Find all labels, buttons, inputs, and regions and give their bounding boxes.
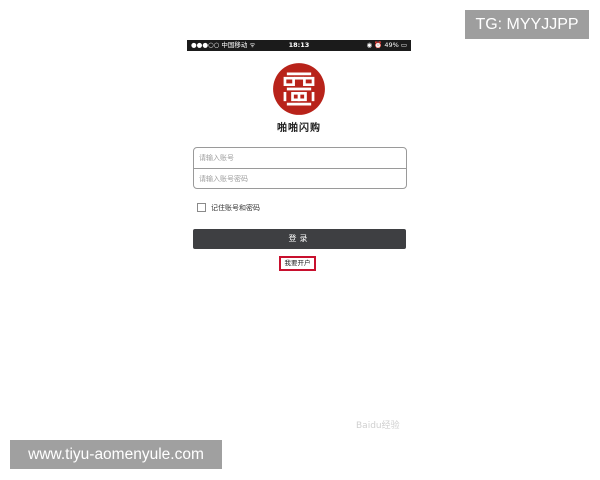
remember-label: 记住账号和密码 — [211, 204, 260, 212]
open-account-link[interactable]: 我要开户 — [279, 256, 316, 271]
password-input[interactable] — [194, 169, 406, 189]
faint-watermark: Baidu经验 — [356, 421, 400, 431]
account-input[interactable] — [194, 148, 406, 168]
app-name: 啪啪闪购 — [277, 123, 321, 134]
battery-indicator: ◉ ⏰ 49% ▭ — [366, 41, 407, 49]
login-input-group — [193, 147, 407, 189]
app-logo-icon — [273, 63, 325, 115]
site-url-label: www.tiyu-aomenyule.com — [10, 440, 222, 469]
tg-contact-label: TG: MYYJJPP — [465, 10, 589, 39]
phone-screen: ●●●○○ 中国移动 ᯤ 18:13 ◉ ⏰ 49% ▭ 啪啪闪购 记住账号和密… — [187, 40, 411, 450]
status-bar: ●●●○○ 中国移动 ᯤ 18:13 ◉ ⏰ 49% ▭ — [187, 40, 411, 51]
remember-checkbox[interactable] — [197, 203, 206, 212]
login-button[interactable]: 登录 — [193, 229, 406, 249]
